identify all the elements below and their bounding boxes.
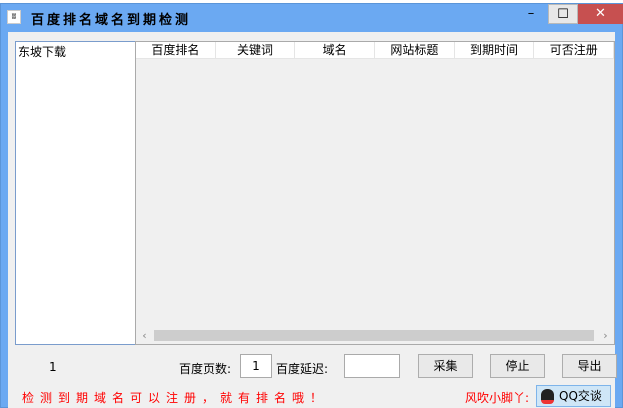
author-label: 风吹小脚丫:: [465, 391, 530, 405]
horizontal-scrollbar[interactable]: ‹ ›: [136, 327, 614, 344]
pages-input[interactable]: 1: [240, 354, 272, 378]
column-header[interactable]: 到期时间: [455, 42, 535, 58]
qq-penguin-icon: [541, 389, 554, 404]
window-title: 百度排名域名到期检测: [31, 13, 192, 28]
column-header[interactable]: 域名: [295, 42, 376, 58]
column-header[interactable]: 网站标题: [375, 42, 455, 58]
delay-label: 百度延迟:: [276, 362, 329, 376]
pages-label: 百度页数:: [179, 362, 232, 376]
column-header[interactable]: 关键词: [216, 42, 296, 58]
title-bar: ʬ 百度排名域名到期检测 – ☐ ✕: [1, 4, 623, 32]
collect-button[interactable]: 采集: [418, 354, 473, 378]
column-header[interactable]: 可否注册: [534, 42, 615, 58]
count-label: 1: [49, 360, 57, 374]
client-area: 东坡下载 百度排名 关键词 域名 网站标题 到期时间 可否注册 ‹ › 1 百度…: [8, 32, 617, 408]
qq-chat-button[interactable]: QQ交谈: [536, 385, 611, 407]
scroll-left-icon[interactable]: ‹: [136, 327, 153, 344]
delay-input[interactable]: [344, 354, 400, 378]
app-window: ʬ 百度排名域名到期检测 – ☐ ✕ 东坡下载 百度排名 关键词 域名 网站标题…: [0, 3, 623, 408]
maximize-button[interactable]: ☐: [548, 4, 578, 24]
export-button[interactable]: 导出: [562, 354, 617, 378]
stop-button[interactable]: 停止: [490, 354, 545, 378]
site-list[interactable]: 东坡下载: [15, 41, 136, 345]
scroll-thumb[interactable]: [154, 330, 594, 341]
minimize-button[interactable]: –: [516, 4, 546, 24]
scroll-right-icon[interactable]: ›: [597, 327, 614, 344]
table-header: 百度排名 关键词 域名 网站标题 到期时间 可否注册: [136, 42, 615, 59]
app-icon: ʬ: [7, 10, 21, 24]
close-button[interactable]: ✕: [578, 4, 623, 24]
list-item[interactable]: 东坡下载: [18, 43, 133, 60]
qq-chat-label: QQ交谈: [559, 389, 602, 403]
column-header[interactable]: 百度排名: [136, 42, 216, 58]
results-table[interactable]: 百度排名 关键词 域名 网站标题 到期时间 可否注册 ‹ ›: [135, 41, 615, 345]
notice-text: 检测到期域名可以注册，就有排名哦！: [22, 391, 329, 405]
